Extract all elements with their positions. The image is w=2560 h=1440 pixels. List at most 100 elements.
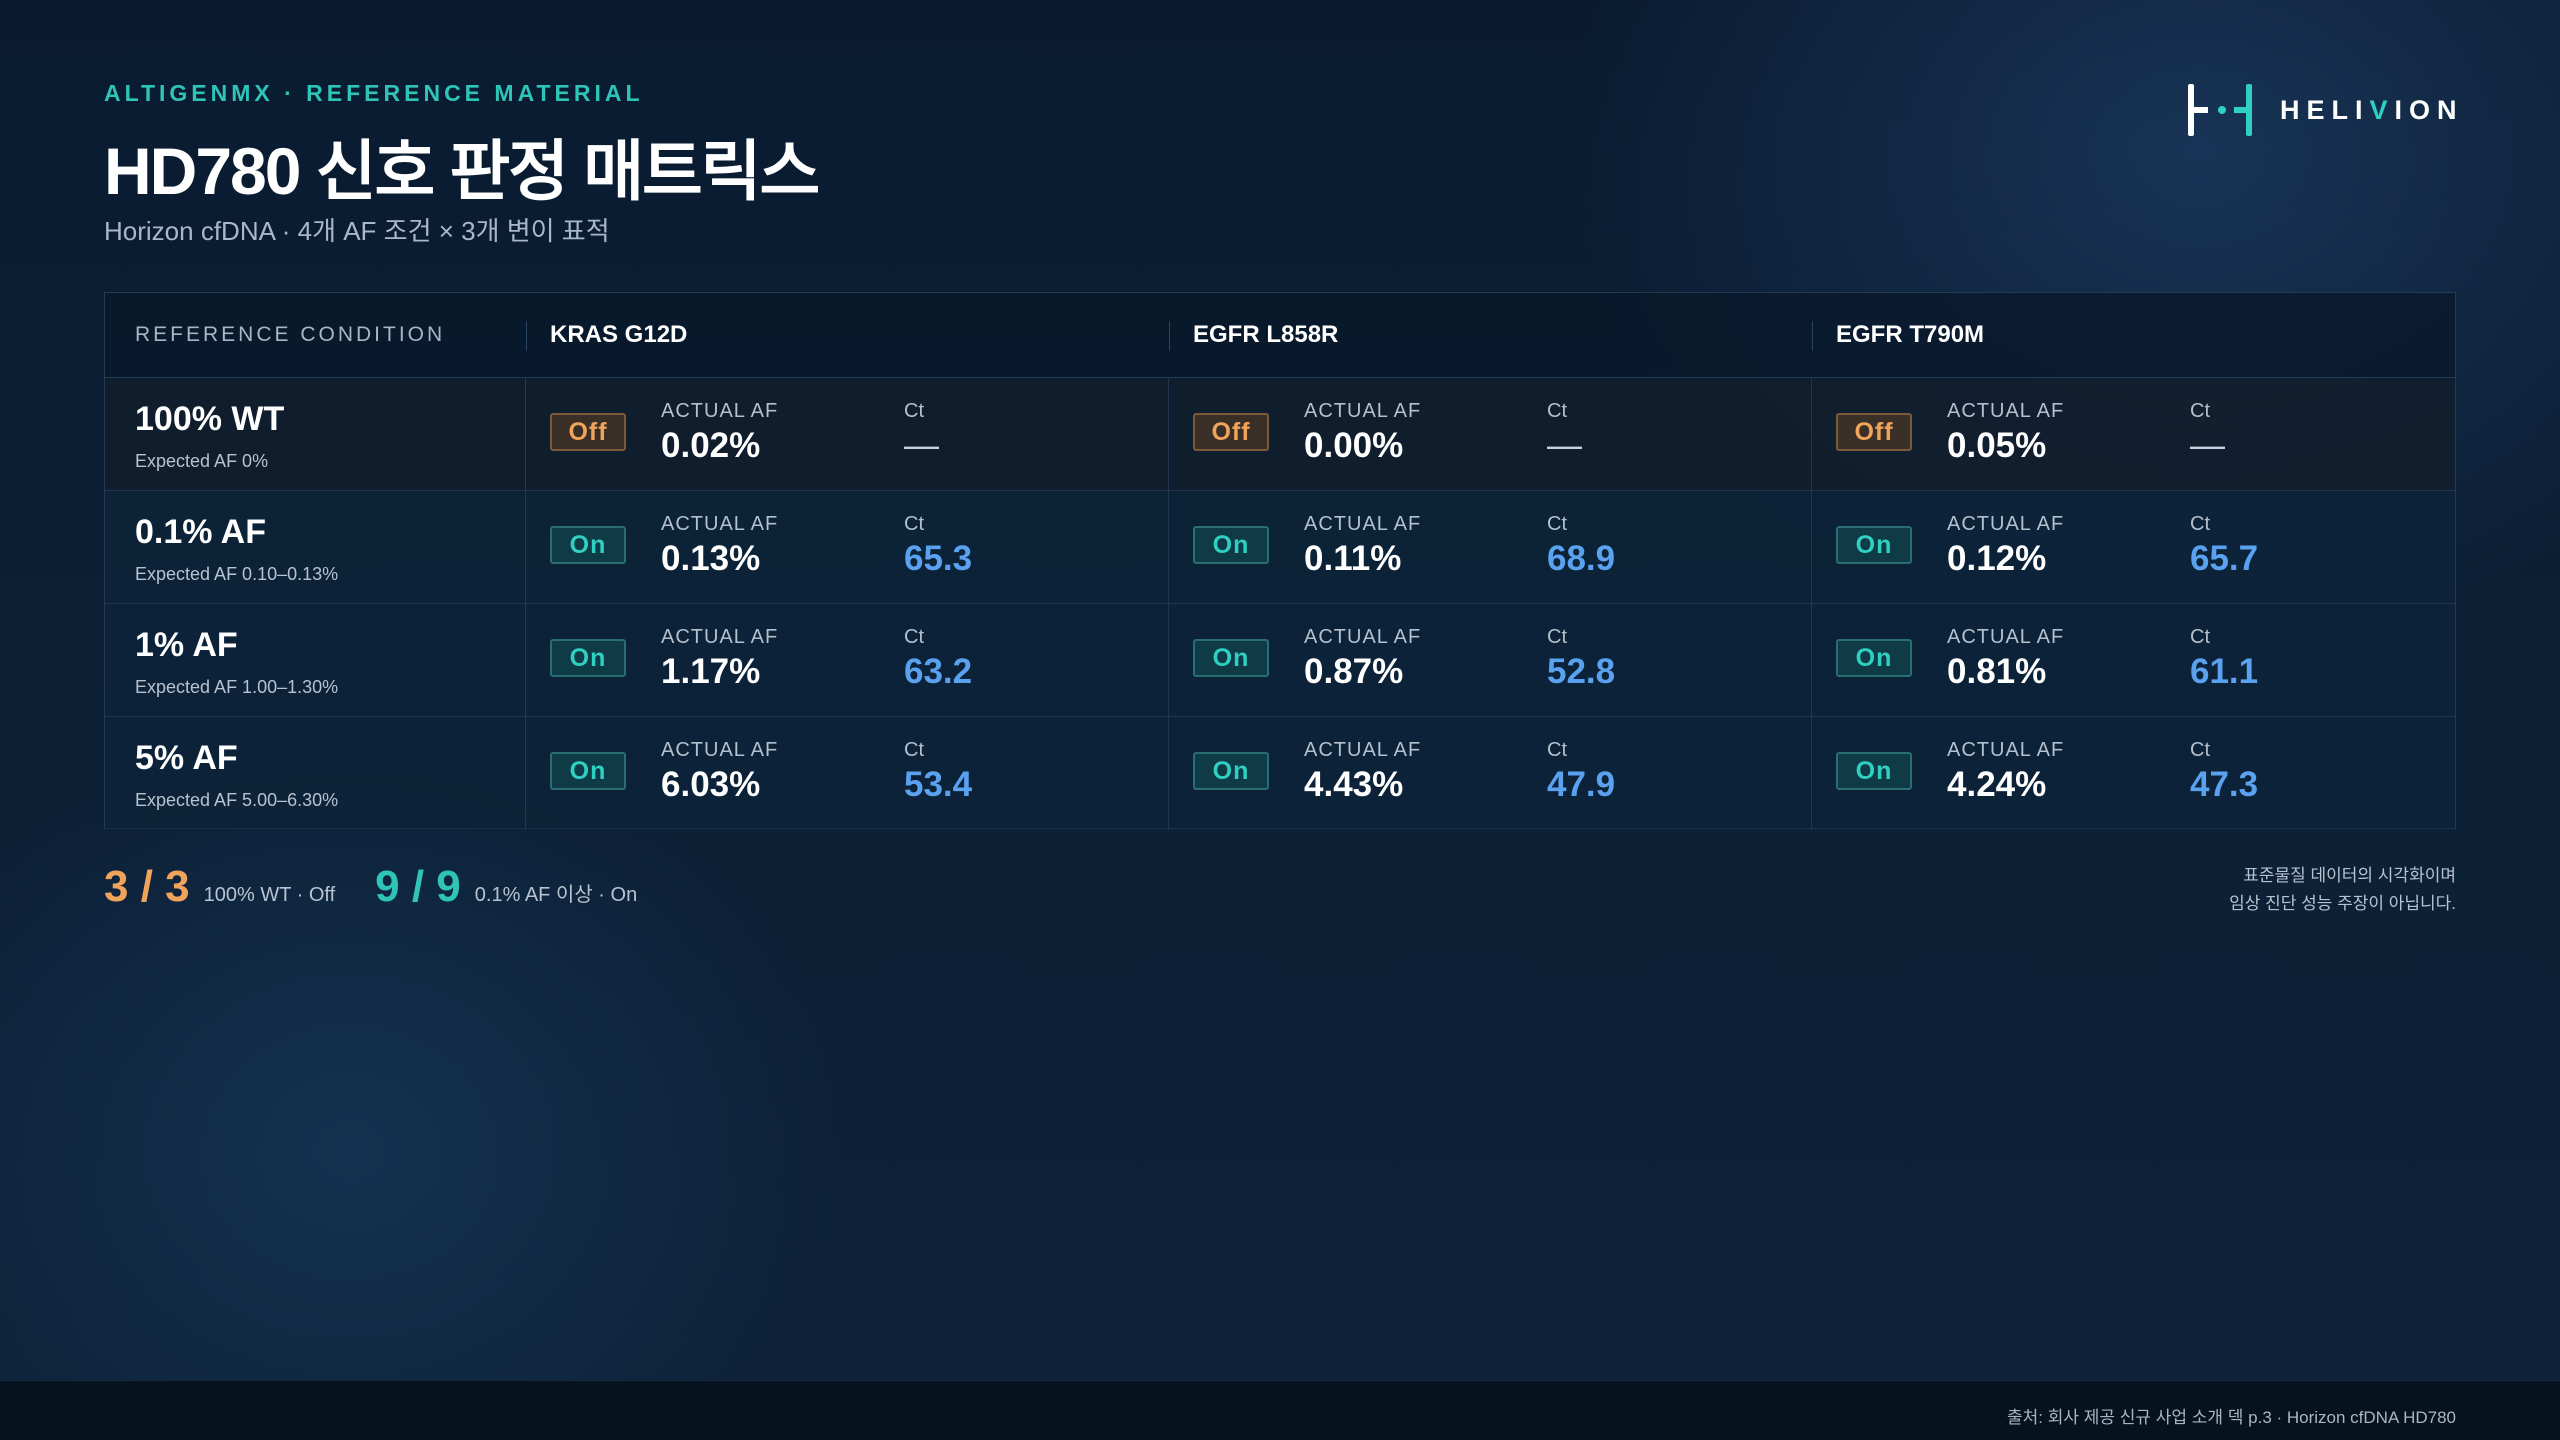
actual-af-value: 0.05%: [1947, 426, 2047, 465]
actual-af-label: ACTUAL AF: [1947, 739, 2065, 761]
header-variant-kras-g12d: KRAS G12D: [526, 293, 1169, 377]
ct-value: 68.9: [1547, 539, 1616, 578]
ct-label: Ct: [2190, 513, 2210, 535]
result-cell-egfr-t790m: On ACTUAL AF 4.24% Ct 47.3: [1812, 717, 2455, 830]
ct-label: Ct: [904, 513, 924, 535]
row-condition: 0.1% AF Expected AF 0.10–0.13%: [105, 491, 526, 603]
ct-label: Ct: [904, 400, 924, 422]
ct-value: 47.9: [1547, 765, 1616, 804]
disclaimer: 표준물질 데이터의 시각화이며 임상 진단 성능 주장이 아닙니다.: [2229, 862, 2456, 918]
matrix-row: 5% AF Expected AF 5.00–6.30% On ACTUAL AF 6.…: [105, 717, 2455, 830]
signal-status-badge: Off: [1193, 413, 1269, 451]
condition-title: 100% WT: [135, 400, 285, 438]
condition-title: 1% AF: [135, 626, 238, 664]
signal-status-badge: On: [550, 752, 626, 790]
actual-af-value: 0.02%: [661, 426, 761, 465]
signal-status-badge: On: [1836, 526, 1912, 564]
logo-wordmark: HELIVION: [2280, 94, 2464, 125]
ct-label: Ct: [2190, 400, 2210, 422]
signal-status-badge: On: [1193, 526, 1269, 564]
header-variant-egfr-t790m: EGFR T790M: [1812, 293, 2455, 377]
actual-af-value: 0.13%: [661, 539, 761, 578]
ct-value: 65.3: [904, 539, 973, 578]
condition-expected-af: Expected AF 5.00–6.30%: [135, 790, 339, 810]
summary: 3 / 3 100% WT · Off 9 / 9 0.1% AF 이상 · O…: [104, 862, 637, 912]
condition-expected-af: Expected AF 0%: [135, 451, 269, 471]
ct-value: 61.1: [2190, 652, 2259, 691]
condition-title: 5% AF: [135, 739, 238, 777]
ct-label: Ct: [1547, 626, 1567, 648]
actual-af-label: ACTUAL AF: [1947, 513, 2065, 535]
page-title: HD780 신호 판정 매트릭스: [104, 134, 820, 208]
ct-value: 47.3: [2190, 765, 2259, 804]
ct-label: Ct: [904, 739, 924, 761]
helivion-logo-icon: [2188, 84, 2252, 136]
ct-value: 53.4: [904, 765, 973, 804]
actual-af-label: ACTUAL AF: [1304, 626, 1422, 648]
signal-status-badge: Off: [1836, 413, 1912, 451]
actual-af-value: 1.17%: [661, 652, 761, 691]
matrix-row: 100% WT Expected AF 0% Off ACTUAL AF 0.02% Ct…: [105, 378, 2455, 491]
disclaimer-line-2: 임상 진단 성능 주장이 아닙니다.: [2229, 894, 2456, 913]
actual-af-label: ACTUAL AF: [661, 400, 779, 422]
actual-af-value: 6.03%: [661, 765, 761, 804]
signal-status-badge: On: [1193, 639, 1269, 677]
disclaimer-line-1: 표준물질 데이터의 시각화이며: [2243, 866, 2456, 885]
signal-status-badge: On: [550, 526, 626, 564]
condition-title: 0.1% AF: [135, 513, 267, 551]
row-condition: 1% AF Expected AF 1.00–1.30%: [105, 604, 526, 716]
ct-value: 52.8: [1547, 652, 1616, 691]
result-cell-kras-g12d: On ACTUAL AF 0.13% Ct 65.3: [526, 491, 1169, 603]
condition-expected-af: Expected AF 1.00–1.30%: [135, 677, 339, 697]
result-cell-egfr-l858r: On ACTUAL AF 0.87% Ct 52.8: [1169, 604, 1812, 716]
ct-value: 65.7: [2190, 539, 2259, 578]
signal-matrix: REFERENCE CONDITION KRAS G12D EGFR L858R…: [104, 292, 2456, 830]
summary-off-label: 100% WT · Off: [203, 884, 336, 906]
page-subtitle: Horizon cfDNA · 4개 AF 조건 × 3개 변이 표적: [104, 216, 610, 246]
matrix-row: 0.1% AF Expected AF 0.10–0.13% On ACTUAL AF…: [105, 491, 2455, 604]
summary-on-count: 9 / 9: [375, 862, 461, 911]
actual-af-value: 0.11%: [1304, 539, 1402, 578]
actual-af-label: ACTUAL AF: [661, 626, 779, 648]
ct-label: Ct: [904, 626, 924, 648]
result-cell-kras-g12d: Off ACTUAL AF 0.02% Ct —: [526, 378, 1169, 490]
signal-status-badge: On: [1836, 752, 1912, 790]
signal-status-badge: On: [1193, 752, 1269, 790]
actual-af-value: 4.43%: [1304, 765, 1404, 804]
actual-af-label: ACTUAL AF: [1947, 626, 2065, 648]
result-cell-kras-g12d: On ACTUAL AF 1.17% Ct 63.2: [526, 604, 1169, 716]
actual-af-label: ACTUAL AF: [1947, 400, 2065, 422]
actual-af-value: 4.24%: [1947, 765, 2047, 804]
condition-expected-af: Expected AF 0.10–0.13%: [135, 564, 339, 584]
result-cell-egfr-t790m: Off ACTUAL AF 0.05% Ct —: [1812, 378, 2455, 490]
result-cell-egfr-t790m: On ACTUAL AF 0.81% Ct 61.1: [1812, 604, 2455, 716]
actual-af-label: ACTUAL AF: [1304, 400, 1422, 422]
result-cell-egfr-l858r: On ACTUAL AF 0.11% Ct 68.9: [1169, 491, 1812, 603]
result-cell-egfr-t790m: On ACTUAL AF 0.12% Ct 65.7: [1812, 491, 2455, 603]
ct-label: Ct: [2190, 739, 2210, 761]
result-cell-kras-g12d: On ACTUAL AF 6.03% Ct 53.4: [526, 717, 1169, 830]
header-reference-condition: REFERENCE CONDITION: [135, 323, 446, 346]
ct-value: —: [2190, 426, 2225, 465]
footer-source: 출처: 회사 제공 신규 사업 소개 덱 p.3 · Horizon cfDNA…: [2007, 1408, 2456, 1427]
ct-value: —: [1547, 426, 1582, 465]
signal-status-badge: Off: [550, 413, 626, 451]
actual-af-value: 0.00%: [1304, 426, 1404, 465]
ct-label: Ct: [1547, 400, 1567, 422]
ct-label: Ct: [1547, 739, 1567, 761]
result-cell-egfr-l858r: On ACTUAL AF 4.43% Ct 47.9: [1169, 717, 1812, 830]
eyebrow: ALTIGENMX · REFERENCE MATERIAL: [104, 80, 644, 106]
footer-bar: 출처: 회사 제공 신규 사업 소개 덱 p.3 · Horizon cfDNA…: [0, 1380, 2560, 1440]
ct-value: 63.2: [904, 652, 973, 691]
actual-af-label: ACTUAL AF: [1304, 513, 1422, 535]
row-condition: 100% WT Expected AF 0%: [105, 378, 526, 490]
matrix-row: 1% AF Expected AF 1.00–1.30% On ACTUAL AF 1.…: [105, 604, 2455, 717]
actual-af-label: ACTUAL AF: [661, 513, 779, 535]
ct-label: Ct: [2190, 626, 2210, 648]
summary-off-count: 3 / 3: [104, 862, 190, 911]
signal-status-badge: On: [550, 639, 626, 677]
summary-on-label: 0.1% AF 이상 · On: [474, 884, 638, 906]
actual-af-label: ACTUAL AF: [661, 739, 779, 761]
actual-af-value: 0.87%: [1304, 652, 1404, 691]
matrix-header: REFERENCE CONDITION KRAS G12D EGFR L858R…: [105, 293, 2455, 378]
